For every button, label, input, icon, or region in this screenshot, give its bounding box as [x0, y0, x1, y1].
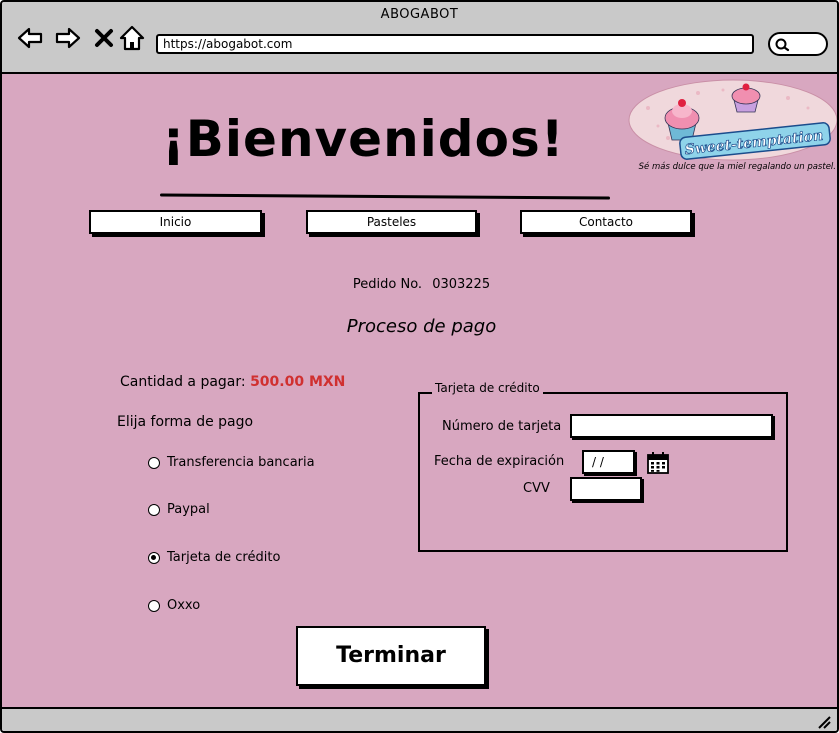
- amount-label: Cantidad a pagar:: [120, 374, 246, 390]
- menu-button-pasteles[interactable]: Pasteles: [306, 210, 477, 234]
- payment-method-prompt: Elija forma de pago: [117, 414, 254, 430]
- slogan: Sé más dulce que la miel regalando un pa…: [638, 162, 836, 172]
- amount-line: Cantidad a pagar: 500.00 MXN: [120, 374, 345, 390]
- cvv-label: CVV: [523, 481, 550, 496]
- page-content: ¡Bienvenidos! Sweet-temptation Sé más du…: [2, 74, 837, 707]
- browser-toolbar: ABOGABOT https://abogabot.com: [2, 2, 837, 74]
- radio-button[interactable]: [148, 456, 160, 469]
- radio-button[interactable]: [148, 599, 160, 612]
- back-arrow-icon[interactable]: [16, 24, 44, 52]
- process-title: Proceso de pago: [346, 316, 497, 337]
- payment-option-transferencia[interactable]: Transferencia bancaria: [148, 455, 315, 470]
- amount-value: 500.00 MXN: [250, 374, 346, 390]
- credit-card-legend: Tarjeta de crédito: [432, 381, 543, 395]
- order-number-line: Pedido No. 0303225: [2, 277, 837, 292]
- close-x-icon[interactable]: [90, 24, 118, 52]
- payment-option-label: Oxxo: [167, 598, 201, 613]
- expiry-date-label: Fecha de expiración: [434, 454, 565, 469]
- card-number-label: Número de tarjeta: [442, 419, 562, 434]
- finish-button[interactable]: Terminar: [296, 626, 486, 686]
- calendar-icon[interactable]: [646, 451, 670, 475]
- order-label: Pedido No.: [352, 277, 423, 292]
- payment-option-label: Transferencia bancaria: [167, 455, 315, 470]
- welcome-headline: ¡Bienvenidos!: [162, 110, 565, 168]
- payment-option-label: Tarjeta de crédito: [167, 550, 281, 565]
- menu-button-inicio[interactable]: Inicio: [89, 210, 262, 234]
- payment-option-tarjeta[interactable]: Tarjeta de crédito: [148, 550, 280, 565]
- home-icon[interactable]: [118, 24, 146, 52]
- payment-option-paypal[interactable]: Paypal: [148, 502, 210, 517]
- radio-button[interactable]: [148, 503, 160, 516]
- card-number-field[interactable]: [570, 414, 773, 438]
- browser-window: ABOGABOT https://abogabot.com ¡Bienvenid…: [0, 0, 839, 733]
- resize-grip-icon[interactable]: [815, 713, 831, 729]
- payment-option-oxxo[interactable]: Oxxo: [148, 598, 200, 613]
- address-bar[interactable]: https://abogabot.com: [156, 34, 754, 54]
- radio-button-selected[interactable]: [148, 551, 160, 564]
- search-icon: [775, 38, 790, 52]
- payment-option-label: Paypal: [167, 502, 210, 517]
- status-bar: [2, 707, 837, 731]
- expiry-date-field[interactable]: / /: [582, 450, 635, 474]
- window-title: ABOGABOT: [380, 7, 459, 22]
- forward-arrow-icon[interactable]: [54, 24, 82, 52]
- menu-button-contacto[interactable]: Contacto: [520, 210, 692, 234]
- header-divider: [159, 193, 611, 200]
- sweet-temptation-logo: Sweet-temptation: [628, 79, 837, 161]
- cvv-field[interactable]: [570, 477, 642, 501]
- search-box[interactable]: [768, 32, 828, 56]
- order-number: 0303225: [432, 277, 491, 292]
